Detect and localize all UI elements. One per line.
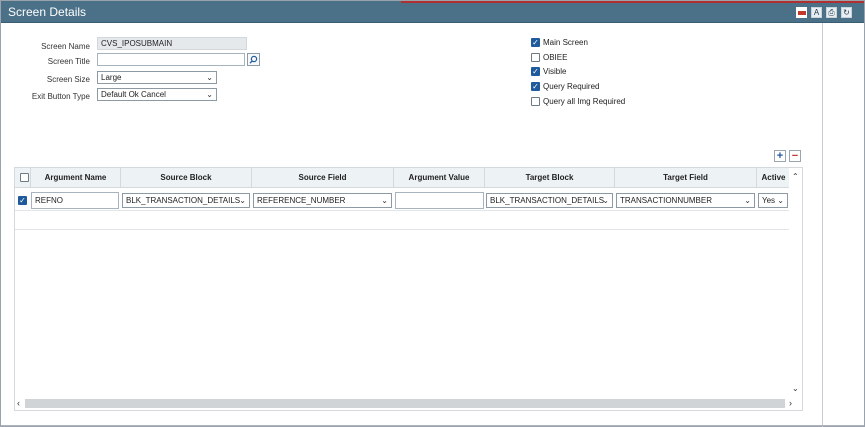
column-header-argument-value[interactable]: Argument Value	[394, 168, 485, 188]
delete-row-button[interactable]: −	[789, 150, 801, 162]
query-required-label: Query Required	[543, 82, 600, 91]
obiee-label: OBIEE	[543, 53, 568, 62]
grid-vertical-scrollbar[interactable]: ⌃ ⌄	[789, 168, 802, 397]
title-bar: Screen Details A ⎙ ↻	[1, 1, 864, 23]
select-all-checkbox[interactable]	[19, 173, 29, 182]
active-select[interactable]: Yes ⌄	[758, 193, 788, 208]
arguments-grid: Argument Name Source Block Source Field …	[14, 167, 803, 411]
main-screen-option[interactable]: ✓ Main Screen	[531, 38, 588, 47]
chevron-down-icon: ⌄	[206, 90, 213, 99]
checkbox-checked-icon[interactable]: ✓	[531, 38, 540, 47]
chevron-down-icon: ⌄	[381, 196, 388, 205]
screen-title-label: Screen Title	[47, 57, 90, 66]
checkbox-checked-icon[interactable]: ✓	[531, 82, 540, 91]
row-checkbox-checked-icon[interactable]: ✓	[18, 196, 27, 205]
visible-label: Visible	[543, 67, 567, 76]
search-icon[interactable]	[247, 53, 260, 66]
checkbox-icon[interactable]	[531, 97, 540, 106]
chevron-down-icon: ⌄	[744, 196, 751, 205]
screen-size-value: Large	[101, 73, 122, 82]
title-actions: A ⎙ ↻	[796, 7, 852, 18]
visible-option[interactable]: ✓ Visible	[531, 67, 566, 76]
source-block-select[interactable]: BLK_TRANSACTION_DETAILS ⌄	[122, 193, 250, 208]
source-block-value: BLK_TRANSACTION_DETAILS	[126, 196, 241, 205]
screen-size-label: Screen Size	[46, 75, 90, 84]
chevron-down-icon: ⌄	[777, 196, 784, 205]
scroll-right-icon[interactable]: ›	[789, 398, 792, 408]
minimize-icon[interactable]	[796, 7, 807, 18]
target-block-select[interactable]: BLK_TRANSACTION_DETAILS ⌄	[486, 193, 613, 208]
add-row-button[interactable]: +	[774, 150, 786, 162]
column-header-target-block[interactable]: Target Block	[485, 168, 615, 188]
argument-name-input[interactable]: REFNO	[31, 192, 119, 209]
target-field-select[interactable]: TRANSACTIONNUMBER ⌄	[616, 193, 755, 208]
column-header-source-block[interactable]: Source Block	[121, 168, 252, 188]
checkbox-icon[interactable]	[531, 53, 540, 62]
select-all-cell	[15, 168, 31, 188]
title-accent-line	[401, 1, 864, 3]
chevron-down-icon: ⌄	[239, 196, 246, 205]
query-all-img-required-option[interactable]: Query all Img Required	[531, 97, 625, 106]
grid-actions: + −	[774, 150, 801, 162]
window-divider	[822, 23, 823, 427]
screen-name-field: CVS_IPOSUBMAIN	[97, 37, 247, 50]
exit-button-type-label: Exit Button Type	[31, 92, 90, 101]
screen-name-label: Screen Name	[41, 42, 90, 51]
exit-button-type-select[interactable]: Default Ok Cancel ⌄	[97, 88, 217, 101]
bottom-border	[1, 425, 864, 426]
scrollbar-thumb[interactable]	[25, 399, 785, 408]
argument-value-input[interactable]	[395, 192, 484, 209]
main-screen-label: Main Screen	[543, 38, 588, 47]
query-all-img-required-label: Query all Img Required	[543, 97, 626, 106]
column-header-source-field[interactable]: Source Field	[252, 168, 394, 188]
screen-details-window: Screen Details A ⎙ ↻ Screen Name CVS_IPO…	[0, 0, 865, 427]
print-icon[interactable]: ⎙	[826, 7, 837, 18]
font-icon[interactable]: A	[811, 7, 822, 18]
row-divider	[15, 229, 790, 230]
screen-size-select[interactable]: Large ⌄	[97, 71, 217, 84]
grid-horizontal-scrollbar[interactable]: ‹ ›	[15, 396, 802, 410]
window-title: Screen Details	[8, 5, 87, 19]
query-required-option[interactable]: ✓ Query Required	[531, 82, 599, 91]
target-field-value: TRANSACTIONNUMBER	[620, 196, 713, 205]
obiee-option[interactable]: OBIEE	[531, 53, 567, 62]
scroll-up-icon[interactable]: ⌃	[792, 172, 799, 181]
source-field-value: REFERENCE_NUMBER	[257, 196, 346, 205]
source-field-select[interactable]: REFERENCE_NUMBER ⌄	[253, 193, 392, 208]
table-row: ✓ REFNO BLK_TRANSACTION_DETAILS ⌄ REFERE…	[15, 189, 790, 211]
checkbox-checked-icon[interactable]: ✓	[531, 67, 540, 76]
active-value: Yes	[762, 196, 776, 205]
chevron-down-icon: ⌄	[206, 73, 213, 82]
column-header-argument-name[interactable]: Argument Name	[31, 168, 121, 188]
refresh-icon[interactable]: ↻	[841, 7, 852, 18]
chevron-down-icon: ⌄	[602, 196, 609, 205]
grid-header: Argument Name Source Block Source Field …	[15, 168, 790, 188]
exit-button-type-value: Default Ok Cancel	[101, 90, 166, 99]
column-header-target-field[interactable]: Target Field	[615, 168, 757, 188]
column-header-active[interactable]: Active	[757, 168, 790, 188]
scroll-left-icon[interactable]: ‹	[17, 398, 20, 408]
screen-title-field[interactable]	[97, 53, 245, 66]
scroll-down-icon[interactable]: ⌄	[792, 384, 799, 393]
target-block-value: BLK_TRANSACTION_DETAILS	[490, 196, 605, 205]
